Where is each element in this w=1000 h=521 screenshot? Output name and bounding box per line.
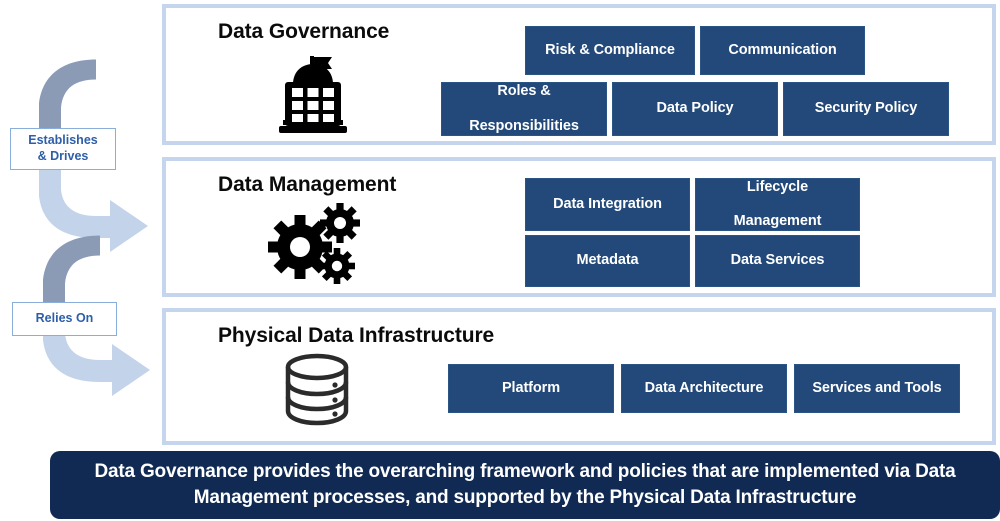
tag-label: Data Services [730,252,825,269]
tag-data-services[interactable]: Data Services [695,235,860,287]
tag-data-integration[interactable]: Data Integration [525,178,690,231]
tag-label-line1: Lifecycle [746,178,809,195]
summary-banner-line1: Data Governance provides the overarching… [94,461,911,483]
connector-label-relies-on: Relies On [12,302,117,336]
tag-security-policy[interactable]: Security Policy [783,82,949,136]
tag-label: Security Policy [814,100,918,117]
tag-label: Platform [501,379,560,396]
tag-label: Data Architecture [644,379,764,396]
connector-arrows-group [39,59,150,396]
connector-label-line2: & Drives [37,149,89,163]
summary-banner: Data Governance provides the overarching… [50,451,1000,519]
tag-label: Communication [728,41,837,58]
database-cylinder-icon [276,352,358,433]
panel-title-data-governance: Data Governance [218,20,390,43]
tag-services-and-tools[interactable]: Services and Tools [794,364,960,413]
tag-label: Data Integration [553,195,662,212]
diagram-canvas: Establishes & Drives Relies On Data Gove… [0,0,1000,521]
gears-icon [266,199,362,292]
tag-platform[interactable]: Platform [448,364,614,413]
tag-metadata[interactable]: Metadata [525,235,690,287]
tag-label: Metadata [576,252,639,269]
tag-communication[interactable]: Communication [700,26,865,75]
connector-label-line1: Relies On [35,311,94,326]
panel-title-physical-data-infrastructure: Physical Data Infrastructure [218,324,495,347]
panel-data-management: Data Management Data Integration Lifecyc… [162,157,996,297]
government-building-icon [276,54,350,141]
tag-label-line2: Management [733,213,822,230]
tag-label-line1: Roles & [497,83,551,100]
tag-data-architecture[interactable]: Data Architecture [621,364,787,413]
tag-label: Data Policy [656,100,734,117]
connector-label-establishes-and-drives: Establishes & Drives [10,128,116,170]
tag-risk-and-compliance[interactable]: Risk & Compliance [525,26,695,75]
tag-roles-and-responsibilities[interactable]: Roles & Responsibilities [441,82,607,136]
tag-label-line2: Responsibilities [469,117,579,134]
tag-data-policy[interactable]: Data Policy [612,82,778,136]
tag-lifecycle-management[interactable]: Lifecycle Management [695,178,860,231]
panel-physical-data-infrastructure: Physical Data Infrastructure Platform Da… [162,308,996,445]
tag-label: Services and Tools [812,379,942,396]
panel-data-governance: Data Governance Risk & Compliance Commun… [162,4,996,145]
connector-label-line1: Establishes [28,133,98,148]
panel-title-data-management: Data Management [218,173,397,196]
tag-label: Risk & Compliance [545,41,675,58]
